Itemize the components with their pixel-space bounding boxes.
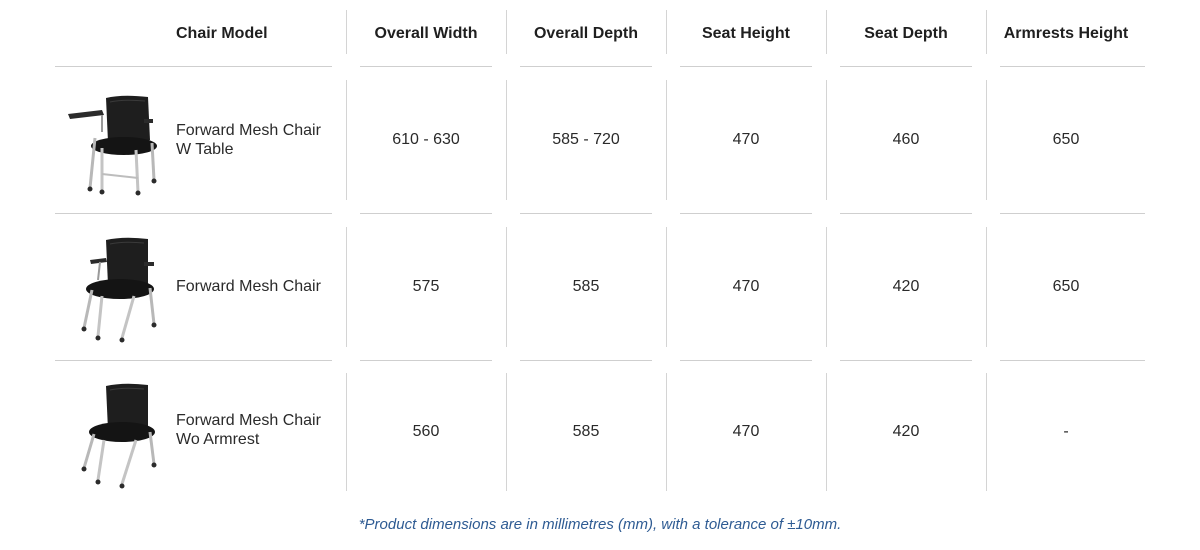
overall-depth-value: 585 [572, 278, 600, 295]
overall-width-value: 560 [412, 423, 440, 440]
chair-model-name-line1: Forward Mesh Chair [176, 412, 321, 429]
header-armrests-height: Armrests Height [1003, 24, 1129, 42]
chair-model-name: Forward Mesh Chair Wo Armrest [176, 410, 344, 450]
row-divider [520, 66, 652, 67]
armrests-height-value: 650 [1052, 278, 1080, 295]
seat-height-value: 470 [732, 278, 760, 295]
header-overall-width: Overall Width [374, 24, 478, 42]
header-seat-height: Seat Height [701, 24, 790, 42]
seat-depth-value: 460 [892, 131, 920, 148]
header-chair-model: Chair Model [176, 24, 268, 42]
seat-depth-value: 420 [892, 278, 920, 295]
row-divider [360, 360, 492, 361]
overall-depth-value: 585 [572, 423, 600, 440]
chair-model-name-line1: Forward Mesh Chair [176, 277, 321, 295]
overall-depth-value: 585 - 720 [552, 131, 620, 148]
divider [346, 10, 347, 54]
row-divider [840, 213, 972, 214]
row-divider [55, 66, 332, 67]
chair-model-name: Forward Mesh Chair [176, 276, 344, 296]
chair-model-name-line1: Forward Mesh Chair [176, 122, 321, 139]
divider [666, 10, 667, 54]
row-divider [680, 66, 812, 67]
chair-model-name: Forward Mesh Chair W Table [176, 120, 344, 160]
row-divider [520, 213, 652, 214]
row-divider [55, 213, 332, 214]
row-divider [680, 360, 812, 361]
header-seat-depth: Seat Depth [864, 24, 948, 42]
row-divider [55, 360, 332, 361]
row-divider [1000, 66, 1145, 67]
divider [506, 10, 507, 54]
row-divider [360, 66, 492, 67]
mesh-chair-with-tablet-icon [68, 95, 157, 196]
seat-height-value: 470 [732, 423, 760, 440]
overall-width-value: 610 - 630 [392, 131, 460, 148]
row-divider [840, 360, 972, 361]
row-divider [840, 66, 972, 67]
dimensions-footnote: *Product dimensions are in millimetres (… [358, 516, 842, 533]
row-divider [680, 213, 812, 214]
row-divider [1000, 213, 1145, 214]
header-overall-depth: Overall Depth [533, 24, 639, 42]
divider [826, 10, 827, 54]
chair-model-name-line2: Wo Armrest [176, 431, 260, 448]
row-divider [360, 213, 492, 214]
armrests-height-value: 650 [1052, 131, 1080, 148]
row-divider [1000, 360, 1145, 361]
divider [986, 10, 987, 54]
seat-height-value: 470 [732, 131, 760, 148]
row-divider [520, 360, 652, 361]
overall-width-value: 575 [412, 278, 440, 295]
chair-model-name-line2: W Table [176, 141, 234, 158]
armrests-height-value: - [1063, 423, 1069, 440]
mesh-chair-no-armrest-icon [81, 383, 157, 489]
seat-depth-value: 420 [892, 423, 920, 440]
mesh-chair-with-armrests-icon [81, 237, 157, 343]
